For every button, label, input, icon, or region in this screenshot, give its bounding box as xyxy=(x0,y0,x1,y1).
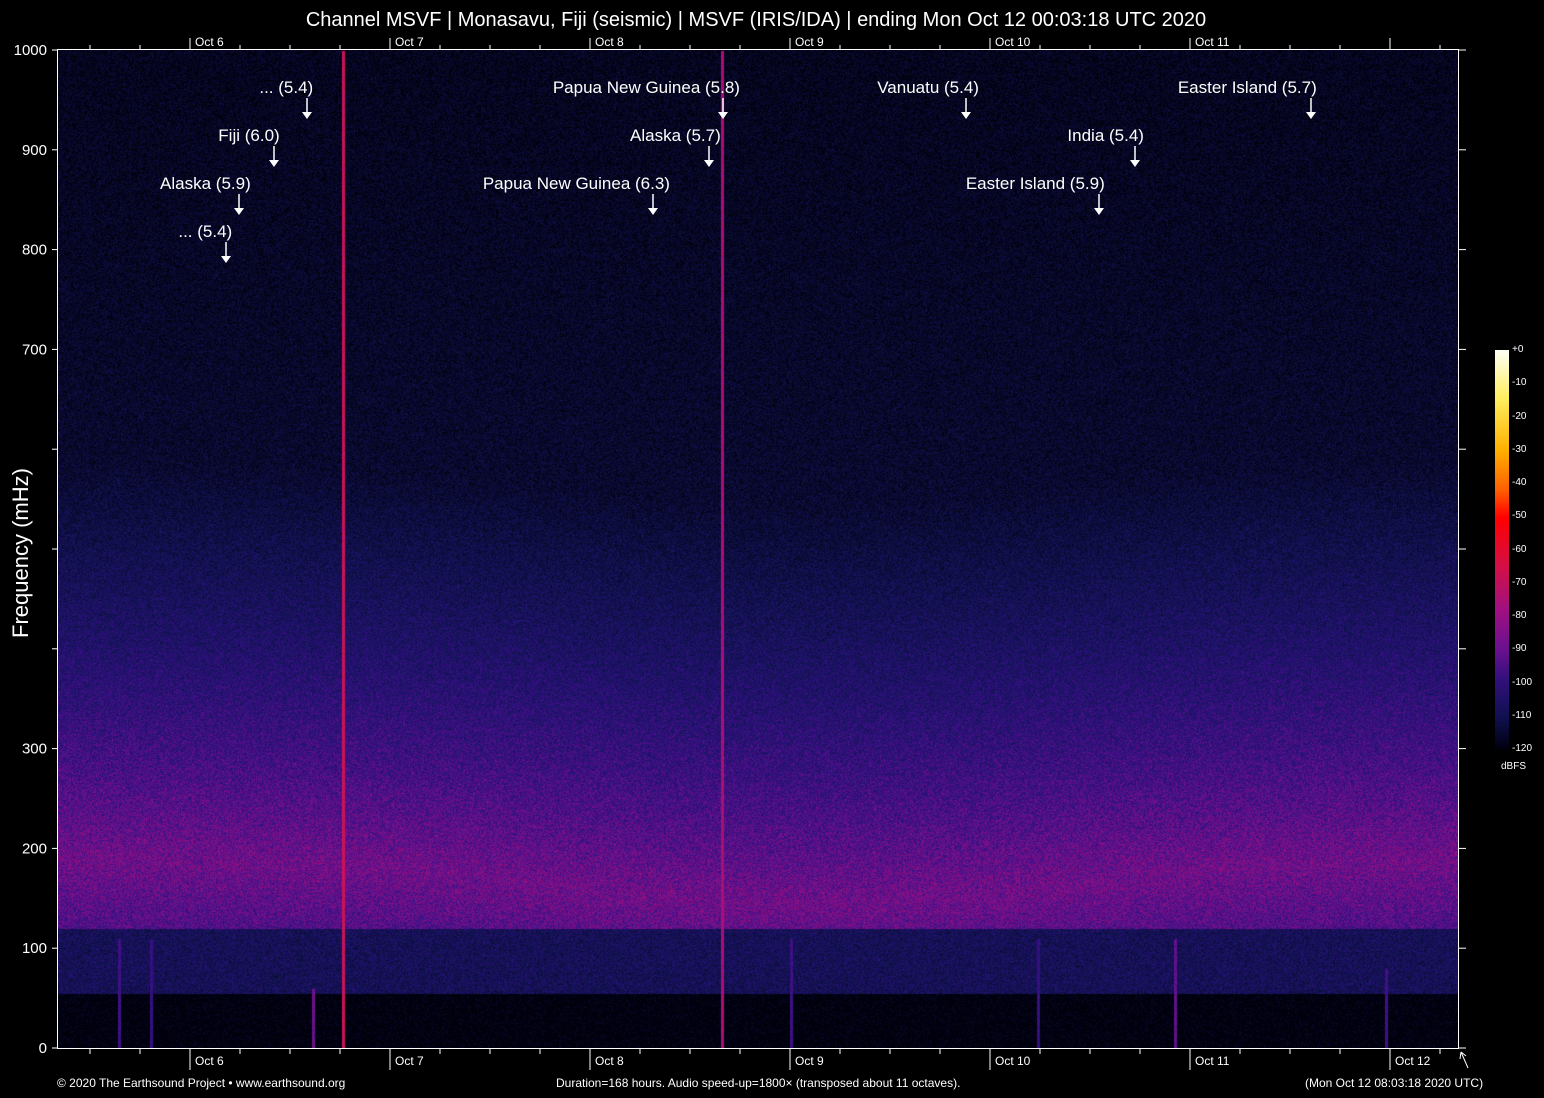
colorbar-tick-label: -50 xyxy=(1512,510,1526,521)
colorbar-tick-label: -100 xyxy=(1512,677,1532,688)
x-tick-label-top: Oct 7 xyxy=(395,35,424,49)
colorbar-tick-label: -70 xyxy=(1512,577,1526,588)
cursor-arrow-icon xyxy=(1460,1052,1468,1068)
colorbar-tick-label: +0 xyxy=(1512,344,1523,355)
event-arrow-head-icon xyxy=(234,208,244,215)
event-label: Easter Island (5.7) xyxy=(1178,78,1317,97)
event-arrow-head-icon xyxy=(302,112,312,119)
event-arrow-head-icon xyxy=(718,112,728,119)
event-arrow-head-icon xyxy=(961,112,971,119)
copyright: © 2020 The Earthsound Project • www.eart… xyxy=(57,1076,345,1090)
x-tick-label-top: Oct 9 xyxy=(795,35,824,49)
x-tick-label-top: Oct 10 xyxy=(995,35,1031,49)
y-tick-label: 700 xyxy=(22,341,47,358)
x-tick-label: Oct 6 xyxy=(195,1054,224,1068)
colorbar-unit-label: dBFS xyxy=(1501,761,1526,772)
y-tick-label: 800 xyxy=(22,242,47,259)
colorbar-tick-label: -20 xyxy=(1512,411,1526,422)
chart-overlay: 0 100 200 300 700 800 900 1000 Oct 6 Oct 6 Oct 7 Oc… xyxy=(0,0,1544,1098)
event-label: Alaska (5.7) xyxy=(630,126,721,145)
colorbar-tick-label: -60 xyxy=(1512,544,1526,555)
x-tick-label: Oct 7 xyxy=(395,1054,424,1068)
y-tick-label: 0 xyxy=(39,1040,47,1057)
y-tick-label: 100 xyxy=(22,940,47,957)
event-arrow-head-icon xyxy=(269,160,279,167)
colorbar-tick-label: -90 xyxy=(1512,643,1526,654)
colorbar-tick-label: -30 xyxy=(1512,444,1526,455)
event-label: Easter Island (5.9) xyxy=(966,174,1105,193)
y-tick-label: 900 xyxy=(22,142,47,159)
event-label: India (5.4) xyxy=(1067,126,1144,145)
x-tick-label-top: Oct 8 xyxy=(595,35,624,49)
x-tick-label: Oct 12 xyxy=(1395,1054,1431,1068)
colorbar xyxy=(1495,350,1509,749)
event-arrow-head-icon xyxy=(704,160,714,167)
event-arrow-head-icon xyxy=(648,208,658,215)
x-tick-label: Oct 9 xyxy=(795,1054,824,1068)
end-time: (Mon Oct 12 08:03:18 2020 UTC) xyxy=(1305,1076,1483,1090)
event-label: Papua New Guinea (6.3) xyxy=(483,174,670,193)
event-label: Papua New Guinea (5.8) xyxy=(553,78,740,97)
event-label: ... (5.4) xyxy=(178,222,232,241)
x-tick-label: Oct 8 xyxy=(595,1054,624,1068)
event-label: ... (5.4) xyxy=(259,78,313,97)
plot-frame xyxy=(58,50,1459,1049)
x-tick-label-top: Oct 11 xyxy=(1195,35,1230,49)
y-axis-label: Frequency (mHz) xyxy=(8,468,34,638)
event-arrow-head-icon xyxy=(1094,208,1104,215)
x-tick-label: Oct 10 xyxy=(995,1054,1031,1068)
event-label: Fiji (6.0) xyxy=(218,126,279,145)
x-tick-label: Oct 11 xyxy=(1195,1054,1230,1068)
event-arrow-head-icon xyxy=(1306,112,1316,119)
colorbar-tick-label: -10 xyxy=(1512,377,1526,388)
y-tick-label: 300 xyxy=(22,741,47,758)
colorbar-tick-label: -110 xyxy=(1512,710,1531,721)
colorbar-tick-label: -40 xyxy=(1512,477,1526,488)
event-label: Alaska (5.9) xyxy=(160,174,251,193)
y-tick-label: 1000 xyxy=(14,42,47,59)
colorbar-tick-label: -80 xyxy=(1512,610,1526,621)
colorbar-tick-label: -120 xyxy=(1512,743,1532,754)
x-tick-label-top: Oct 6 xyxy=(195,35,224,49)
y-tick-label: 200 xyxy=(22,840,47,857)
duration-info: Duration=168 hours. Audio speed-up=1800×… xyxy=(556,1076,960,1090)
event-arrow-head-icon xyxy=(221,256,231,263)
event-arrow-head-icon xyxy=(1130,160,1140,167)
event-label: Vanuatu (5.4) xyxy=(877,78,979,97)
